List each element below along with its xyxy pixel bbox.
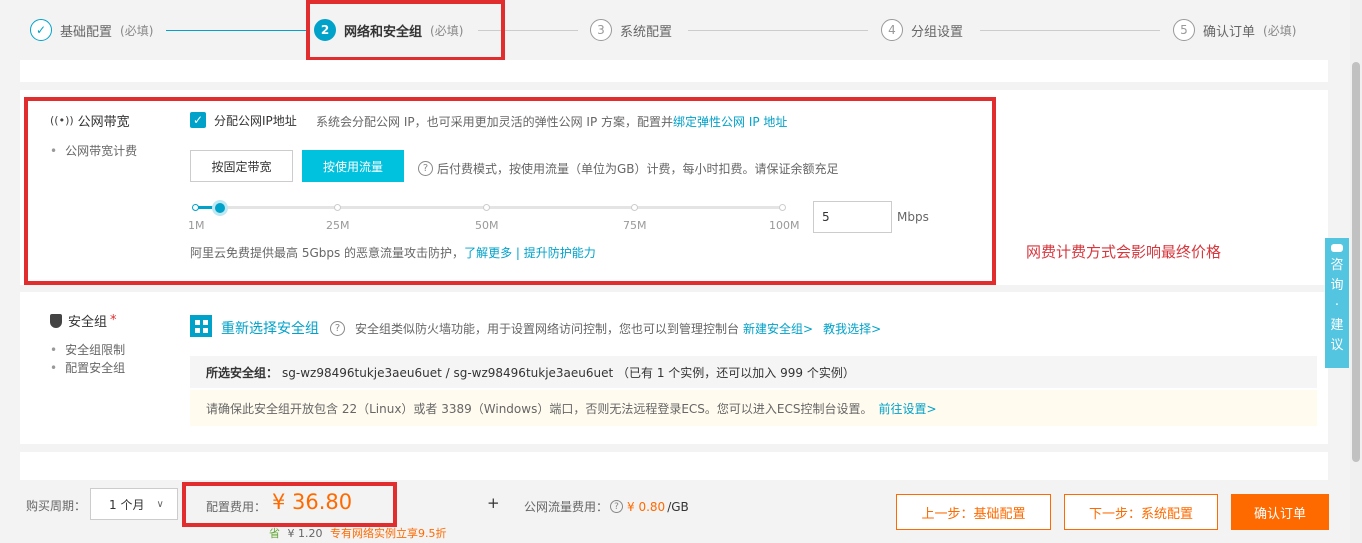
- step-label: 基础配置: [60, 24, 113, 40]
- bandwidth-unit: Mbps: [897, 210, 929, 224]
- step-label: 分组设置: [911, 24, 964, 40]
- slider-dot: [483, 204, 490, 211]
- question-icon: ?: [330, 321, 345, 336]
- grid-icon[interactable]: [190, 315, 212, 337]
- slider-tick: 1M: [188, 219, 205, 232]
- slider-tick: 50M: [475, 219, 499, 232]
- checkbox-public-ip[interactable]: ✓: [190, 112, 206, 128]
- go-settings-link[interactable]: 前往设置>: [879, 400, 937, 417]
- step-confirm[interactable]: 5 确认订单 (必填): [1173, 17, 1296, 43]
- cost-value: ¥ 36.80: [272, 490, 353, 514]
- footer-bar: 购买周期： 1 个月 ∨ 配置费用： ¥ 36.80 省 ¥ 1.20 专有网络…: [0, 480, 1362, 543]
- period-label: 购买周期：: [26, 499, 87, 513]
- bandwidth-slider-track[interactable]: [196, 206, 784, 209]
- security-sub: 配置安全组: [50, 359, 125, 376]
- step-required: (必填): [1263, 23, 1297, 38]
- slider-tick: 100M: [769, 219, 800, 232]
- step-label: 网络和安全组: [344, 24, 423, 40]
- save-icon: 省: [269, 527, 280, 540]
- bandwidth-input[interactable]: 5: [813, 201, 892, 233]
- prev-step-button[interactable]: 上一步：基础配置: [896, 494, 1051, 530]
- step-number: 4: [881, 19, 903, 41]
- improve-protection-link[interactable]: 提升防护能力: [524, 246, 596, 260]
- step-required: (必填): [120, 23, 154, 38]
- step-number: 5: [1173, 19, 1195, 41]
- shield-icon: [50, 313, 62, 328]
- chevron-down-icon: ∨: [156, 498, 164, 510]
- traffic-billing-button[interactable]: 按使用流量: [302, 150, 404, 182]
- slider-tick: 25M: [326, 219, 350, 232]
- security-title: 安全组 *: [50, 311, 117, 330]
- price-annotation: 网费计费方式会影响最终价格: [1026, 243, 1222, 261]
- slider-tick: 75M: [623, 219, 647, 232]
- teach-me-link[interactable]: 教我选择>: [823, 320, 881, 337]
- save-amount: 省 ¥ 1.20 专有网络实例立享9.5折: [269, 527, 447, 540]
- broadcast-icon: ((•)): [50, 114, 74, 127]
- traffic-fee: 公网流量费用： ? ¥ 0.80 /GB: [524, 499, 689, 515]
- step-label: 确认订单: [1203, 24, 1256, 40]
- security-desc: ? 安全组类似防火墙功能，用于设置网络访问控制，您也可以到管理控制台 新建安全组…: [330, 320, 881, 337]
- bandwidth-sub: 公网带宽计费: [50, 142, 137, 159]
- step-line: [980, 30, 1160, 31]
- step-system[interactable]: 3 系统配置: [590, 17, 672, 43]
- checkbox-desc: 系统会分配公网 IP，也可采用更加灵活的弹性公网 IP 方案，配置并绑定弹性公网…: [316, 115, 788, 129]
- bind-eip-link[interactable]: 绑定弹性公网 IP 地址: [673, 115, 787, 129]
- plus-sign: +: [487, 494, 500, 512]
- chat-icon: [1331, 244, 1343, 252]
- step-network[interactable]: 2 网络和安全组 (必填): [314, 17, 468, 43]
- step-group[interactable]: 4 分组设置: [881, 17, 963, 43]
- slider-dot: [779, 204, 786, 211]
- security-sub: 安全组限制: [50, 341, 125, 358]
- selected-security-group: 所选安全组： sg-wz98496tukje3aeu6uet / sg-wz98…: [190, 356, 1317, 388]
- step-bar: ✓ 基础配置 (必填) 2 网络和安全组 (必填) 3 系统配置 4 分组设置 …: [0, 0, 1362, 60]
- cost-label: 配置费用：: [206, 500, 267, 514]
- period-select[interactable]: 1 个月 ∨: [90, 488, 178, 520]
- step-required: (必填): [430, 23, 464, 38]
- next-step-button[interactable]: 下一步：系统配置: [1064, 494, 1218, 530]
- traffic-help: ? 后付费模式，按使用流量（单位为GB）计费，每小时扣费。请保证余额充足: [418, 160, 839, 177]
- panel-next: [20, 452, 1328, 482]
- bandwidth-title: ((•)) 公网带宽: [50, 114, 130, 130]
- question-icon: ?: [418, 161, 433, 176]
- fixed-bandwidth-button[interactable]: 按固定带宽: [190, 150, 293, 182]
- slider-dot: [631, 204, 638, 211]
- step-basic[interactable]: ✓ 基础配置 (必填): [30, 17, 153, 43]
- checkbox-label: 分配公网IP地址: [214, 114, 297, 128]
- panel-previous: [20, 60, 1328, 82]
- new-security-group-link[interactable]: 新建安全组>: [743, 320, 813, 337]
- step-number: 3: [590, 19, 612, 41]
- slider-dot: [192, 204, 199, 211]
- port-warning: 请确保此安全组开放包含 22（Linux）或者 3389（Windows）端口，…: [190, 390, 1317, 426]
- learn-more-link[interactable]: 了解更多: [464, 246, 512, 260]
- check-icon: ✓: [30, 19, 52, 41]
- step-number: 2: [314, 19, 336, 41]
- feedback-float-button[interactable]: 咨 询 · 建 议: [1325, 238, 1349, 368]
- step-line: [478, 30, 578, 31]
- step-line: [166, 30, 306, 31]
- confirm-order-button[interactable]: 确认订单: [1231, 494, 1329, 530]
- bandwidth-slider-handle[interactable]: [211, 200, 228, 216]
- question-icon: ?: [610, 500, 624, 513]
- ddos-note: 阿里云免费提供最高 5Gbps 的恶意流量攻击防护，了解更多 | 提升防护能力: [190, 246, 596, 260]
- scrollbar-thumb[interactable]: [1352, 62, 1360, 462]
- step-label: 系统配置: [620, 24, 673, 40]
- step-line: [688, 30, 868, 31]
- reselect-security-group[interactable]: 重新选择安全组: [221, 318, 319, 338]
- slider-dot: [334, 204, 341, 211]
